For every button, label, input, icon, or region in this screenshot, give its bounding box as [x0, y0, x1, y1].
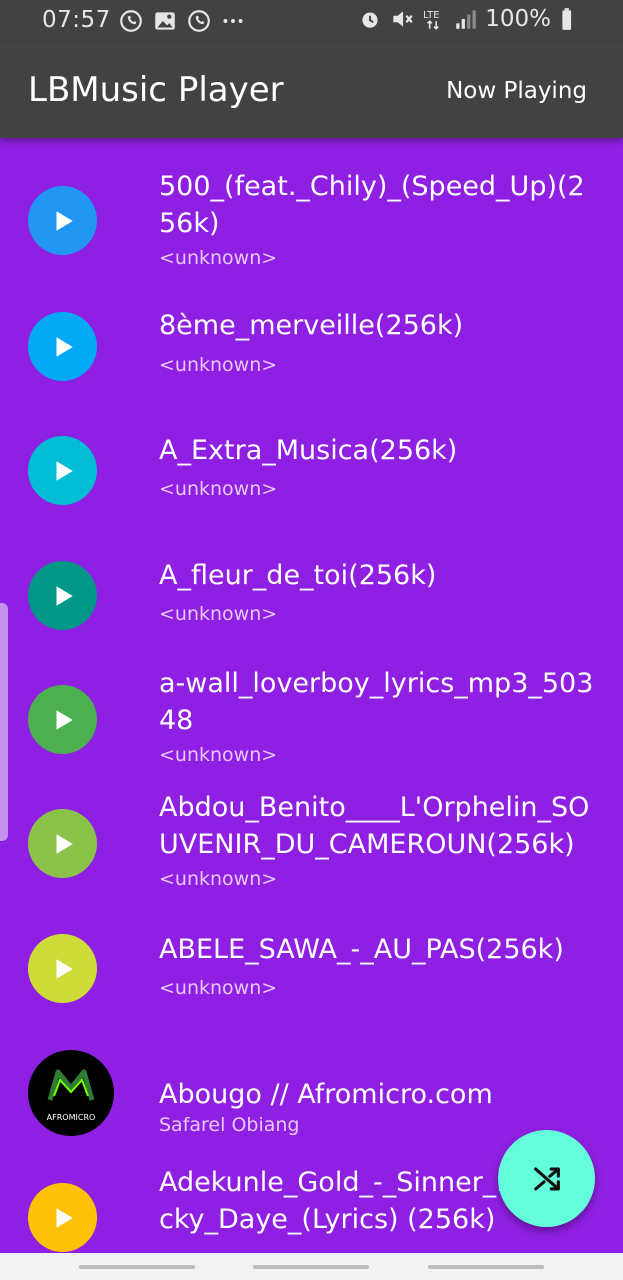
battery-icon	[562, 8, 572, 30]
play-icon	[56, 585, 73, 606]
app-bar: LBMusic Player Now Playing	[0, 42, 623, 138]
track-item[interactable]: 500_(feat._Chily)_(Speed_Up)(256k) <unkn…	[0, 138, 623, 269]
edge-panel-handle[interactable]	[0, 603, 8, 841]
track-title: 500_(feat._Chily)_(Speed_Up)(256k)	[159, 171, 585, 239]
play-button[interactable]	[28, 685, 97, 754]
play-button[interactable]	[28, 934, 97, 1003]
nav-gesture-hint[interactable]	[428, 1265, 544, 1269]
play-icon	[56, 958, 73, 979]
status-time: 07:57	[42, 7, 111, 33]
play-button[interactable]	[28, 186, 97, 255]
track-item[interactable]: A_Extra_Musica(256k) <unknown>	[0, 432, 623, 532]
track-artist: <unknown>	[159, 868, 278, 890]
signal-icon	[456, 10, 476, 29]
navigation-bar	[0, 1253, 623, 1280]
app-title: LBMusic Player	[28, 70, 284, 110]
more-dots-icon	[223, 19, 243, 23]
track-title: ABELE_SAWA_-_AU_PAS(256k)	[159, 934, 564, 965]
shuffle-icon	[533, 1167, 560, 1190]
track-title: A_Extra_Musica(256k)	[159, 435, 458, 466]
notification-icons	[118, 8, 246, 34]
shuffle-button[interactable]	[498, 1130, 595, 1227]
nav-gesture-hint[interactable]	[253, 1265, 369, 1269]
track-item[interactable]: ABELE_SAWA_-_AU_PAS(256k) <unknown>	[0, 933, 623, 1033]
track-title: Abougo // Afromicro.com	[159, 1079, 493, 1110]
whatsapp-icon	[188, 10, 210, 32]
track-item[interactable]: Abdou_Benito____L'Orphelin_SOUVENIR_DU_C…	[0, 792, 623, 904]
play-button[interactable]	[28, 436, 97, 505]
track-artist: <unknown>	[159, 247, 278, 269]
alarm-icon	[362, 12, 378, 28]
play-icon	[56, 833, 73, 854]
play-button[interactable]	[28, 809, 97, 878]
status-bar: 07:57 LTE 100%	[0, 0, 623, 42]
track-item[interactable]: 8ème_merveille(256k) <unknown>	[0, 308, 623, 408]
track-artist: <unknown>	[159, 603, 278, 625]
gallery-icon	[155, 12, 175, 30]
mute-icon	[393, 11, 413, 27]
track-title: a-wall_loverboy_lyrics_mp3_50348	[159, 668, 594, 736]
track-title: A_fleur_de_toi(256k)	[159, 560, 437, 591]
afromicro-logo: AFROMICRO	[29, 1051, 113, 1135]
play-button[interactable]	[28, 312, 97, 381]
track-artist: <unknown>	[159, 744, 278, 766]
play-button[interactable]	[28, 561, 97, 630]
nav-gesture-hint[interactable]	[79, 1265, 195, 1269]
track-artist: <unknown>	[159, 478, 278, 500]
play-button[interactable]	[28, 1183, 97, 1252]
track-list[interactable]: 500_(feat._Chily)_(Speed_Up)(256k) <unkn…	[0, 138, 623, 1253]
play-icon	[56, 709, 73, 730]
track-item[interactable]: a-wall_loverboy_lyrics_mp3_50348 <unknow…	[0, 668, 623, 780]
track-title: 8ème_merveille(256k)	[159, 310, 464, 341]
album-art[interactable]: AFROMICRO	[28, 1050, 114, 1136]
svg-text:LTE: LTE	[423, 10, 439, 21]
lte-icon: LTE	[423, 10, 440, 30]
battery-percentage: 100%	[485, 6, 551, 32]
track-item[interactable]: A_fleur_de_toi(256k) <unknown>	[0, 557, 623, 657]
logo-text: AFROMICRO	[47, 1113, 96, 1122]
play-icon	[56, 336, 73, 357]
track-title: Abdou_Benito____L'Orphelin_SOUVENIR_DU_C…	[159, 792, 590, 860]
track-artist: <unknown>	[159, 977, 278, 999]
play-icon	[56, 460, 73, 481]
track-artist: <unknown>	[159, 354, 278, 376]
system-status-icons: LTE 100%	[357, 6, 583, 32]
now-playing-button[interactable]: Now Playing	[446, 78, 587, 104]
play-icon	[56, 1207, 73, 1228]
track-artist: Safarel Obiang	[159, 1114, 300, 1136]
whatsapp-icon	[120, 10, 142, 32]
play-icon	[56, 210, 73, 231]
